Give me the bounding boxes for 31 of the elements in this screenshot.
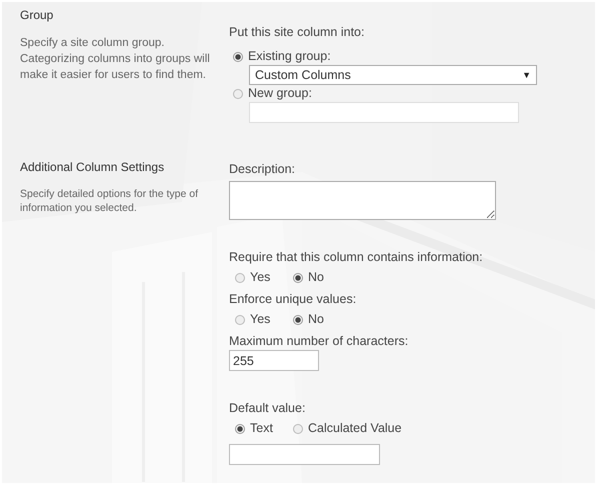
radio-option[interactable]: No xyxy=(293,311,343,328)
field-label: Description: xyxy=(229,161,295,178)
radio-label: Yes xyxy=(250,311,270,328)
field-label: Maximum number of characters: xyxy=(229,333,408,350)
radio-label: New group: xyxy=(248,85,312,102)
radio-label: No xyxy=(308,311,324,328)
field-label: Put this site column into: xyxy=(229,24,364,41)
radio-option[interactable]: Yes xyxy=(235,311,285,328)
radio-label: Existing group: xyxy=(248,48,331,65)
dropdown-arrow-icon: ▼ xyxy=(522,70,531,80)
section-title: Additional Column Settings xyxy=(20,160,166,174)
section-title: Group xyxy=(20,8,54,22)
radio-option[interactable]: Yes xyxy=(235,269,285,286)
radio-option[interactable]: Existing group: xyxy=(233,48,331,65)
radio-label: Yes xyxy=(250,269,270,286)
radio-label: No xyxy=(308,269,324,286)
field-label: Require that this column contains information: xyxy=(229,249,483,266)
radio-option[interactable]: New group: xyxy=(233,85,312,102)
radio-option[interactable]: No xyxy=(293,269,343,286)
field-label: Default value: xyxy=(229,400,306,417)
dropdown-value: Custom Columns xyxy=(255,68,351,82)
text-input[interactable] xyxy=(229,444,380,465)
field-label: Enforce unique values: xyxy=(229,291,356,308)
description-field[interactable] xyxy=(229,181,496,220)
radio-label: Text xyxy=(250,420,273,437)
text-input[interactable]: 255 xyxy=(229,350,319,371)
group-dropdown[interactable]: Custom Columns ▼ xyxy=(249,65,537,85)
radio-option[interactable]: Text xyxy=(235,420,285,437)
text-input[interactable] xyxy=(249,102,519,123)
section-description: Specify a site column group. Categorizing columns into groups will make it easier for users to find them. xyxy=(20,36,211,83)
section-description: Specify detailed options for the type of information you selected. xyxy=(20,187,200,215)
